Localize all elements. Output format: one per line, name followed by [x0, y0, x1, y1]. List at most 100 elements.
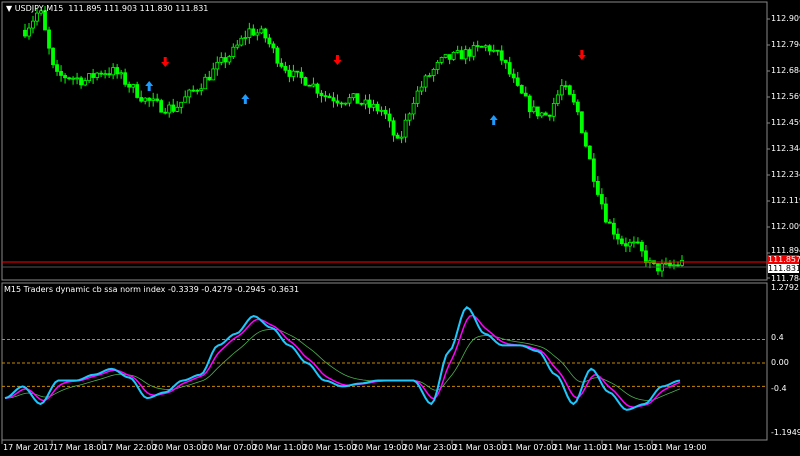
candle-body [91, 73, 96, 78]
candle-body [391, 120, 396, 136]
indicator-axis-label: -0.4 [771, 384, 787, 393]
candle-body [507, 62, 512, 75]
indicator-axis-label: 0.4 [771, 333, 784, 342]
candle-body [419, 86, 424, 92]
candle-body [495, 49, 500, 52]
candle-body [239, 37, 244, 46]
time-axis-label: 17 Mar 2017 [3, 443, 54, 452]
candle-body [559, 85, 564, 96]
candle-body [171, 104, 176, 112]
candle-body [291, 70, 296, 77]
time-axis-label: 21 Mar 07:00 [503, 443, 557, 452]
candle-body [163, 111, 168, 114]
candle-body [175, 106, 180, 112]
indicator-levels [2, 339, 767, 387]
candle-body [51, 47, 55, 66]
candle-body [611, 222, 616, 235]
time-axis-label: 20 Mar 23:00 [403, 443, 457, 452]
candle-body [435, 61, 440, 70]
candle-body [471, 45, 476, 57]
chart-canvas[interactable] [0, 0, 800, 456]
candle-body [47, 29, 51, 49]
candle-body [123, 72, 128, 85]
signal-arrows [145, 50, 586, 125]
main-pane-border [1, 1, 768, 281]
candle-body [371, 103, 376, 108]
dropdown-icon[interactable]: ▼ [6, 4, 15, 13]
buy-arrow-icon [241, 94, 250, 104]
candle-body [455, 50, 460, 53]
candle-body [331, 97, 336, 102]
price-axis-label: 112.459 [771, 118, 800, 127]
candle-body [628, 241, 632, 247]
candle-body [327, 95, 332, 99]
candle-body [467, 49, 472, 57]
time-axis-label: 21 Mar 15:00 [603, 443, 657, 452]
candle-body [632, 241, 636, 244]
candle-body [63, 75, 67, 79]
candle-body [159, 100, 164, 113]
candle-body [95, 72, 100, 78]
candle-body [567, 85, 572, 95]
candle-body [511, 73, 516, 79]
candle-body [387, 113, 392, 122]
sell-arrow-icon [333, 55, 342, 65]
price-axis-label: 112.009 [771, 222, 800, 231]
candle-body [583, 132, 588, 147]
chart-title: ▼ USDJPY,M15 111.895 111.903 111.830 111… [6, 4, 208, 13]
candle-body [571, 94, 576, 103]
candle-body [459, 50, 464, 60]
candle-body [551, 103, 556, 117]
candle-body [131, 84, 136, 88]
candle-body [475, 45, 480, 47]
candle-body [383, 109, 388, 115]
candle-body [183, 96, 188, 103]
candle-body [395, 134, 400, 139]
candle-body [223, 57, 228, 63]
candle-body [127, 83, 132, 88]
candle-body [27, 27, 31, 37]
candle-body [215, 61, 220, 70]
bid-price-label: 111.831 [768, 264, 800, 273]
candle-body [79, 77, 83, 86]
time-axis-label: 17 Mar 22:00 [103, 443, 157, 452]
candle-body [579, 111, 584, 134]
indicator-signal-line [4, 314, 681, 408]
candle-body [451, 51, 456, 60]
candle-body [379, 109, 384, 112]
candle-body [243, 37, 248, 39]
candle-body [255, 32, 260, 36]
candle-body [431, 69, 436, 76]
candle-body [67, 77, 71, 80]
candle-body [207, 76, 212, 81]
candle-body [247, 28, 252, 38]
candle-body [43, 10, 47, 31]
candle-body [543, 112, 548, 116]
price-axis-label: 112.234 [771, 170, 800, 179]
candle-body [527, 95, 532, 113]
candle-body [71, 77, 75, 80]
candle-body [279, 62, 284, 67]
candle-body [603, 203, 608, 223]
candle-body [115, 67, 120, 75]
candle-body [35, 12, 39, 22]
candle-body [680, 260, 684, 266]
candle-body [479, 45, 484, 48]
candle-body [319, 92, 324, 97]
candle-body [287, 69, 292, 77]
ohlc-values: 111.895 111.903 111.830 111.831 [68, 4, 209, 13]
price-axis-label: 111.784 [771, 274, 800, 283]
time-axis-label: 20 Mar 15:00 [303, 443, 357, 452]
candle-body [103, 73, 108, 76]
indicator-title: M15 Traders dynamic cb ssa norm index -0… [4, 285, 300, 294]
candle-body [235, 44, 240, 48]
sell-arrow-icon [577, 50, 586, 60]
candle-body [99, 72, 104, 75]
candle-body [523, 92, 528, 97]
candle-body [616, 233, 620, 240]
time-axis-label: 20 Mar 11:00 [253, 443, 307, 452]
price-axis-label: 112.119 [771, 196, 800, 205]
candle-body [307, 84, 312, 87]
candle-body [315, 83, 320, 94]
candle-body [503, 59, 508, 63]
